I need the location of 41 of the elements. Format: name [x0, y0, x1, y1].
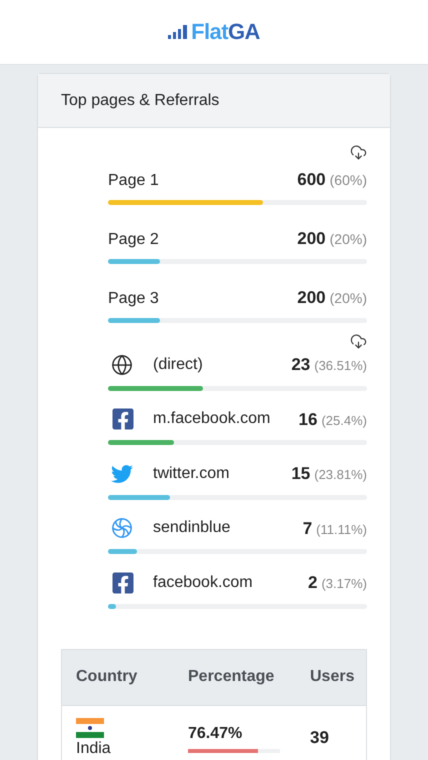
percent-label: (20%) [330, 230, 367, 249]
visit-count: 7 [302, 518, 312, 540]
view-count: 200 [297, 228, 326, 250]
swirl-icon [111, 517, 133, 540]
cloud-download-icon[interactable] [350, 333, 367, 350]
page-label[interactable]: Page 2 [108, 228, 159, 252]
flag-icon [76, 718, 104, 738]
page-label[interactable]: Page 3 [108, 287, 159, 311]
percent-label: (3.17%) [321, 575, 367, 593]
referrer-label[interactable]: m.facebook.com [153, 407, 270, 432]
facebook-icon [111, 570, 135, 595]
logo-text[interactable]: FlatGA [191, 21, 260, 43]
referrer-label[interactable]: facebook.com [153, 570, 253, 595]
facebook-icon [111, 407, 135, 432]
referrer-label[interactable]: (direct) [153, 352, 203, 377]
view-count: 600 [297, 169, 326, 191]
percent-label: (23.81%) [314, 466, 367, 484]
percent-label: (20%) [330, 289, 367, 308]
column-header: Country [76, 667, 138, 687]
page-label[interactable]: Page 1 [108, 169, 159, 193]
bars-icon [168, 25, 188, 39]
referrer-label[interactable]: twitter.com [153, 462, 230, 486]
percent-label: (25.4%) [321, 412, 367, 430]
cloud-download-icon[interactable] [350, 144, 367, 161]
bird-icon [111, 462, 133, 485]
view-count: 200 [297, 287, 326, 309]
visit-count: 2 [308, 572, 318, 594]
visit-count: 16 [298, 408, 318, 430]
visit-count: 23 [291, 354, 310, 376]
card-title: Top pages & Referrals [61, 90, 220, 110]
column-header: Percentage [188, 667, 276, 687]
visit-count: 15 [291, 463, 310, 485]
globe-icon [111, 354, 133, 376]
table-cell: India [76, 740, 111, 758]
percent-label: (11.11%) [316, 520, 367, 539]
table-cell-text: 39 [310, 726, 330, 749]
percent-label: (60%) [330, 171, 367, 190]
referrer-label[interactable]: sendinblue [153, 516, 230, 540]
column-header: Users [310, 667, 354, 687]
percent-label: (36.51%) [314, 357, 367, 375]
table-cell-text: 76.47% [188, 724, 244, 744]
